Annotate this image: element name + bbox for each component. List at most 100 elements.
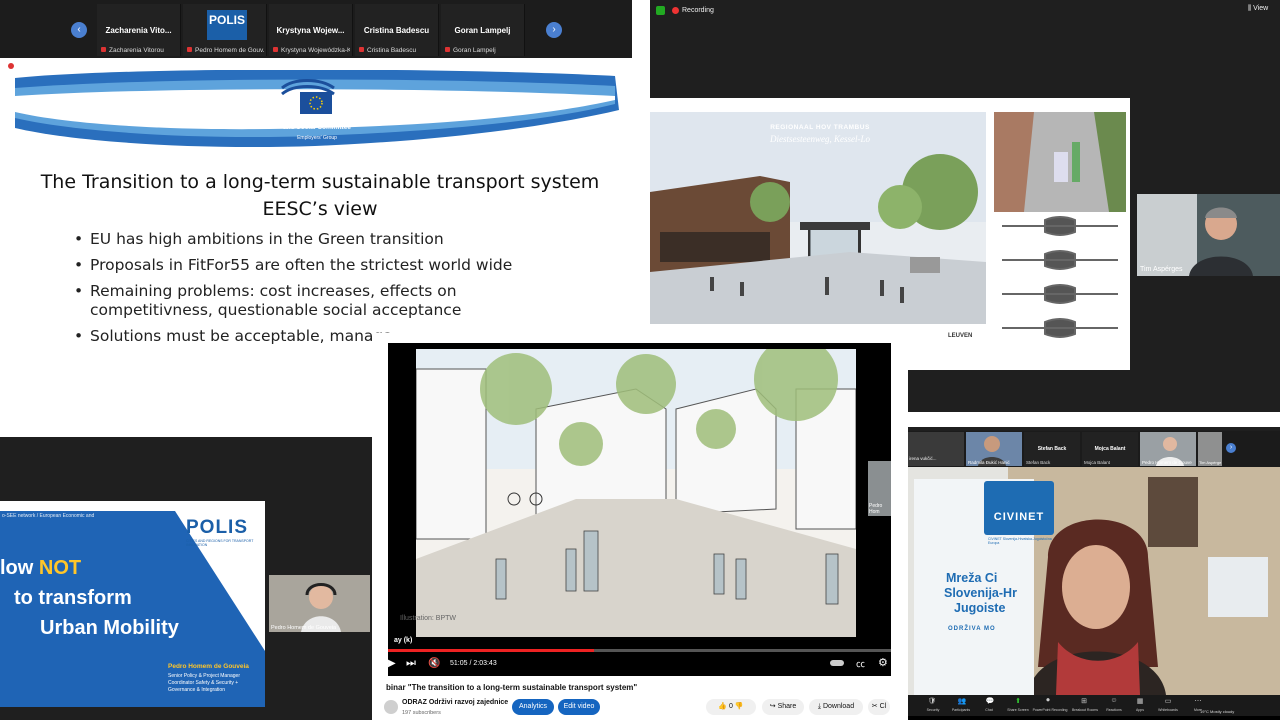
- recording-dot-icon: [8, 63, 14, 69]
- edit-video-button[interactable]: Edit video: [558, 699, 600, 715]
- speaker-avatar: [1137, 194, 1280, 276]
- view-button[interactable]: ⫼ View: [1248, 5, 1268, 13]
- participant-tile[interactable]: Stefan Back Stefan Back: [1024, 432, 1080, 466]
- chat-icon[interactable]: 💬: [980, 697, 1000, 705]
- participant-tile[interactable]: Goran Lampelj Goran Lampelj: [441, 4, 525, 56]
- whiteboard-icon[interactable]: ▭: [1158, 697, 1178, 705]
- bullet-item: Proposals in FitFor55 are often the stri…: [74, 256, 574, 275]
- participant-tile[interactable]: Krystyna Wojew... Krystyna Wojewódzka-K.…: [269, 4, 353, 56]
- next-icon[interactable]: ⏭: [406, 657, 416, 670]
- recording-indicator[interactable]: Recording: [672, 5, 742, 17]
- participant-label: Goran Lampelj: [445, 47, 522, 54]
- participant-tile[interactable]: Pedro Homem de Gouve: [1140, 432, 1196, 466]
- captions-icon[interactable]: ㏄: [856, 657, 865, 670]
- record-icon: [672, 6, 679, 14]
- chevron-left-icon[interactable]: ‹: [71, 22, 87, 38]
- slide-subtitle: EESC’s view: [262, 198, 378, 220]
- settings-gear-icon[interactable]: ⚙: [878, 656, 888, 669]
- video-corner-label: ay (k): [394, 637, 413, 644]
- headline-not: NOT: [38, 557, 82, 579]
- bullet-item: Remaining problems: cost increases, effe…: [74, 282, 574, 320]
- participant-tile[interactable]: Cristina Badescu Cristina Badescu: [355, 4, 439, 56]
- banner-line: Jugoiste: [954, 601, 1006, 615]
- participant-label: Zacharenia Vitorou: [101, 47, 178, 54]
- autoplay-toggle[interactable]: [830, 660, 844, 666]
- polis-slide: n sustainable transport system o-SEE net…: [0, 501, 265, 707]
- video-player[interactable]: Pedro Hom Illustration: BPTW ay (k) ▶ ⏭ …: [388, 343, 891, 676]
- civinet-logo: CIVINET: [984, 481, 1054, 535]
- banner-line: Mreža Ci: [946, 571, 998, 585]
- presenter-roles: Senior Policy & Project Manager Coordina…: [168, 673, 240, 694]
- view-label: View: [1253, 5, 1269, 12]
- recording-label: Recording: [682, 7, 714, 14]
- participant-label: Radmila Đukić Hanić: [968, 460, 1010, 465]
- share-screen-icon[interactable]: ⬆: [1008, 697, 1028, 705]
- participant-label: Tim Aspérges: [1199, 460, 1221, 465]
- progress-track[interactable]: [388, 649, 891, 652]
- civinet-logo-sub: CIVINET Slovenija-Hrvatska-Jugoistočna E…: [988, 537, 1052, 545]
- chevron-right-icon[interactable]: ›: [546, 22, 562, 38]
- mute-icon[interactable]: 🔇: [428, 658, 440, 669]
- render-subtitle: Diestsesteenweg, Kessel-Lo: [770, 134, 870, 144]
- presenter-video-tile[interactable]: Pedro Homem de Gouveia: [269, 575, 370, 632]
- participants-icon[interactable]: 👥: [952, 697, 972, 705]
- thumbs-down-icon: 👎: [734, 703, 744, 710]
- channel-avatar[interactable]: [384, 700, 398, 714]
- participant-label: Cristina Badescu: [359, 47, 436, 54]
- thumbs-up-icon: 👍: [718, 703, 728, 710]
- subscriber-count: 197 subscribers: [402, 710, 441, 716]
- street-illustration: [416, 349, 856, 637]
- download-label: Download: [822, 703, 855, 710]
- toolbar-label: Whiteboards: [1158, 708, 1178, 712]
- toolbar-label: Chat: [985, 708, 993, 712]
- more-icon[interactable]: ⋯: [1188, 697, 1208, 705]
- participant-tile[interactable]: Mojca Balant Mojca Balant: [1082, 432, 1138, 466]
- presenter-name: Pedro Homem de Gouveia: [168, 663, 249, 670]
- polis-logo: POLIS: [186, 517, 249, 538]
- participant-tile[interactable]: Zacharenia Vito... Zacharenia Vitorou: [97, 4, 181, 56]
- civinet-video[interactable]: CIVINET CIVINET Slovenija-Hrvatska-Jugoi…: [908, 467, 1280, 695]
- shared-slide: REGIONAAL HOV TRAMBUS Diestsesteenweg, K…: [650, 98, 1130, 370]
- participant-tile[interactable]: POLIS Pedro Homem de Gouv...: [183, 4, 267, 56]
- apps-icon[interactable]: ▦: [1130, 697, 1150, 705]
- civinet-panel: irena vukčić... Radmila Đukić Hanić Stef…: [908, 427, 1280, 720]
- participant-tile[interactable]: irena vukčić...: [908, 432, 964, 466]
- speaker-video-tile[interactable]: Tim Aspérges: [1137, 194, 1280, 276]
- participant-name: Zacharenia Vito...: [105, 26, 172, 35]
- clip-button[interactable]: ✂ Cl: [868, 699, 890, 715]
- security-icon[interactable]: 🛡: [922, 697, 942, 705]
- like-button[interactable]: 👍 0 👎: [706, 699, 756, 715]
- chevron-right-icon[interactable]: ›: [1226, 443, 1236, 453]
- speaker-name: Tim Aspérges: [1140, 266, 1183, 273]
- headline-word: low: [0, 557, 39, 579]
- headline-line-1: low NOT: [0, 557, 81, 580]
- presenter-avatar: [269, 575, 370, 632]
- civinet-banner: CIVINET CIVINET Slovenija-Hrvatska-Jugoi…: [914, 479, 1054, 695]
- polis-tagline: CITIES AND REGIONS FOR TRANSPORT INNOVAT…: [186, 539, 254, 547]
- org-group: Employers' Group: [297, 135, 337, 141]
- side-thumbnail: Pedro Hom: [868, 461, 891, 516]
- slide-title: The Transition to a long-term sustainabl…: [40, 171, 600, 193]
- download-button[interactable]: ⤓ Download: [809, 699, 863, 715]
- participant-tile[interactable]: Tim Aspérges: [1198, 432, 1222, 466]
- participant-label: Pedro Homem de Gouve: [1142, 460, 1192, 465]
- play-button[interactable]: ▶: [388, 658, 396, 669]
- brand-label: LEUVEN: [948, 333, 973, 339]
- clip-label: Cl: [879, 703, 887, 710]
- recording-icon[interactable]: ⏺: [1038, 697, 1058, 705]
- share-label: Share: [777, 703, 797, 710]
- presenter-role: Governance & Integration: [168, 687, 225, 693]
- analytics-button[interactable]: Analytics: [512, 699, 554, 715]
- participant-tile[interactable]: Radmila Đukić Hanić: [966, 432, 1022, 466]
- bullet-item: EU has high ambitions in the Green trans…: [74, 230, 574, 249]
- polis-header-2: o-SEE network / European Economic and: [2, 513, 95, 519]
- share-button[interactable]: ↪ Share: [762, 699, 804, 715]
- like-count: 0: [729, 703, 733, 710]
- reactions-icon[interactable]: ☺: [1104, 697, 1124, 704]
- youtube-panel: Pedro Hom Illustration: BPTW ay (k) ▶ ⏭ …: [372, 333, 908, 720]
- eesc-org-name: European Economic and Social Committee E…: [262, 116, 372, 142]
- channel-name[interactable]: ODRAZ Održivi razvoj zajednice: [402, 699, 508, 706]
- breakout-rooms-icon[interactable]: ⊞: [1074, 697, 1094, 705]
- presenter-cam-label: Pedro Homem de Gouveia: [271, 625, 337, 631]
- weather-widget: 19°C Mostly cloudy: [1200, 709, 1235, 714]
